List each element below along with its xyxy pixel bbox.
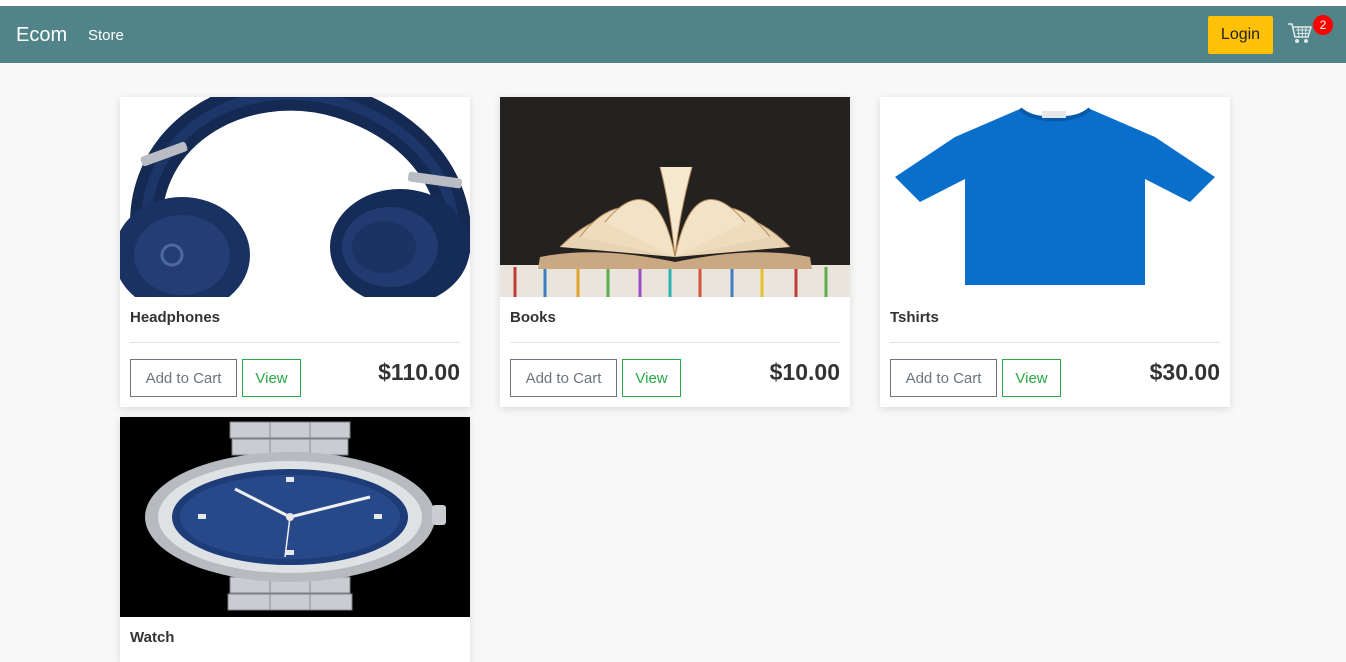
product-image-books[interactable] (500, 97, 850, 297)
cart-count-badge: 2 (1313, 15, 1333, 35)
product-image-headphones[interactable] (120, 97, 470, 297)
shopping-cart-icon (1288, 23, 1313, 43)
view-button[interactable]: View (242, 359, 301, 397)
add-to-cart-button[interactable]: Add to Cart (510, 359, 617, 397)
navbar: Ecom Store Login 2 (0, 6, 1346, 63)
view-button[interactable]: View (622, 359, 681, 397)
divider (510, 342, 840, 343)
add-to-cart-button[interactable]: Add to Cart (130, 359, 237, 397)
divider (890, 342, 1220, 343)
product-image-tshirts[interactable] (880, 97, 1230, 297)
product-name: Headphones (130, 309, 221, 326)
product-image-watch[interactable] (120, 417, 470, 617)
login-button[interactable]: Login (1208, 16, 1273, 54)
view-button[interactable]: View (1002, 359, 1061, 397)
add-to-cart-button[interactable]: Add to Cart (890, 359, 997, 397)
product-price: $30.00 (1149, 359, 1220, 385)
product-name: Books (510, 309, 556, 326)
product-name: Tshirts (890, 309, 939, 326)
product-price: $110.00 (378, 359, 460, 385)
product-price: $10.00 (769, 359, 840, 385)
brand-logo[interactable]: Ecom (16, 24, 67, 47)
product-name: Watch (130, 629, 175, 646)
product-card-books: Books Add to Cart View $10.00 (500, 97, 850, 407)
product-card-watch: Watch (120, 417, 470, 662)
nav-link-store[interactable]: Store (88, 27, 124, 44)
product-card-headphones: Headphones Add to Cart View $110.00 (120, 97, 470, 407)
cart-link[interactable]: 2 (1287, 15, 1333, 53)
product-card-tshirts: Tshirts Add to Cart View $30.00 (880, 97, 1230, 407)
divider (130, 342, 460, 343)
